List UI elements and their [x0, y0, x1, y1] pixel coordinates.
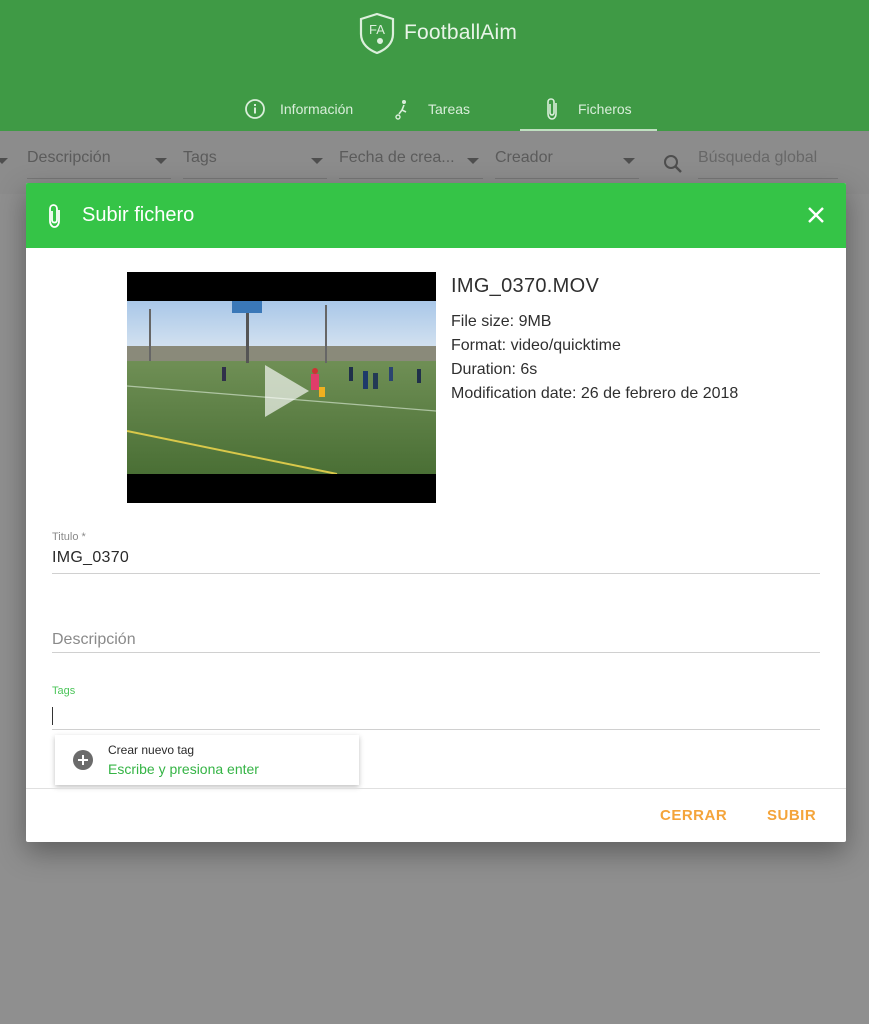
- create-tag-suggestion[interactable]: Crear nuevo tag Escribe y presiona enter: [55, 735, 359, 785]
- filter-tags[interactable]: Tags: [183, 149, 327, 179]
- file-name: IMG_0370.MOV: [451, 275, 600, 297]
- filter-fecha[interactable]: Fecha de crea...: [339, 149, 483, 179]
- filter-creador-label: Creador: [495, 149, 553, 166]
- chevron-down-icon: [311, 158, 323, 164]
- filter-descripcion[interactable]: Descripción: [27, 149, 171, 179]
- subir-button[interactable]: SUBIR: [767, 807, 816, 824]
- file-format: Format: video/quicktime: [451, 337, 621, 354]
- titulo-field[interactable]: Titulo * IMG_0370: [52, 531, 820, 574]
- svg-text:FA: FA: [369, 22, 385, 37]
- file-modification-date: Modification date: 26 de febrero de 2018: [451, 385, 739, 402]
- upload-dialog: Subir fichero IMG_0370.MOV File size: 9M…: [26, 183, 846, 842]
- kick-ball-icon: [392, 98, 414, 120]
- tags-field[interactable]: Tags: [52, 685, 820, 730]
- tags-underline: [52, 729, 820, 730]
- main-nav: Información Tareas Ficheros: [230, 86, 657, 131]
- global-search-input[interactable]: Búsqueda global: [698, 149, 838, 179]
- file-duration: Duration: 6s: [451, 361, 538, 378]
- paperclip-icon: [45, 203, 65, 229]
- suggestion-hint: Escribe y presiona enter: [108, 761, 259, 777]
- search-icon[interactable]: [663, 154, 683, 179]
- tab-ficheros[interactable]: Ficheros: [520, 86, 657, 131]
- tab-tareas[interactable]: Tareas: [370, 86, 520, 131]
- tab-informacion-label: Información: [280, 100, 354, 117]
- play-icon[interactable]: [265, 365, 309, 417]
- filter-fecha-label: Fecha de crea...: [339, 149, 455, 166]
- info-circle-icon: [244, 98, 266, 120]
- close-icon[interactable]: [806, 205, 826, 225]
- chevron-down-icon: [0, 158, 8, 164]
- app-logo[interactable]: FA FootballAim: [358, 12, 518, 55]
- video-thumbnail: [127, 301, 436, 474]
- tab-ficheros-label: Ficheros: [578, 100, 632, 117]
- filter-creador[interactable]: Creador: [495, 149, 639, 179]
- suggestion-title: Crear nuevo tag: [108, 743, 195, 757]
- tab-tareas-label: Tareas: [428, 100, 471, 117]
- titulo-label: Titulo *: [52, 531, 86, 543]
- titulo-input[interactable]: IMG_0370: [52, 549, 820, 567]
- app-header: FA FootballAim Información Tareas Ficher…: [0, 0, 869, 131]
- titulo-underline: [52, 573, 820, 574]
- descripcion-field[interactable]: Descripción: [52, 631, 820, 653]
- tags-input-cursor[interactable]: [52, 707, 53, 725]
- add-circle-icon: [73, 750, 93, 770]
- descripcion-underline: [52, 652, 820, 653]
- dialog-title: Subir fichero: [82, 204, 195, 226]
- paperclip-icon: [542, 97, 564, 120]
- cerrar-button[interactable]: CERRAR: [660, 807, 727, 824]
- chevron-down-icon: [155, 158, 167, 164]
- chevron-down-icon: [623, 158, 635, 164]
- file-size: File size: 9MB: [451, 313, 552, 330]
- file-metadata: IMG_0370.MOV File size: 9MB Format: vide…: [451, 275, 741, 403]
- descripcion-input[interactable]: Descripción: [52, 631, 820, 649]
- tags-label: Tags: [52, 685, 76, 697]
- tab-informacion[interactable]: Información: [230, 86, 370, 131]
- filter-descripcion-label: Descripción: [27, 149, 111, 166]
- shield-logo-icon: FA: [358, 12, 396, 55]
- filter-tags-label: Tags: [183, 149, 217, 166]
- video-preview[interactable]: [127, 272, 436, 503]
- dialog-footer-divider: [26, 788, 846, 789]
- dialog-header: Subir fichero: [26, 183, 846, 248]
- chevron-down-icon: [467, 158, 479, 164]
- app-title: FootballAim: [404, 21, 518, 44]
